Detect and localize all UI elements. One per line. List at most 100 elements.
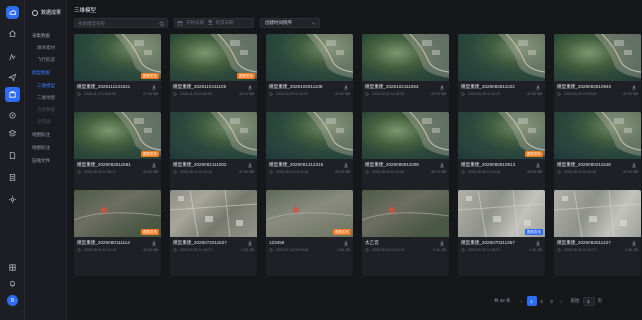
app-logo-icon[interactable] [6,6,19,19]
card-size: 27.56 MB [143,92,158,96]
model-card[interactable]: 模型重建_2025092610940 2025-09-26 10:09:40 32.… [554,34,641,120]
model-card[interactable]: 图斑发布 模型重建_2025080111114 2025-08-01 11:11:1… [74,190,161,276]
notification-icon[interactable] [7,278,18,289]
card-badge: 图斑发布 [141,73,159,79]
sidebar-item-map-annotation[interactable]: 地图标注 [32,132,50,138]
card-thumbnail[interactable]: 图斑发布 [266,190,353,237]
pagination-prev-button[interactable]: ‹ [517,296,527,306]
date-range-picker[interactable]: 开始日期 至 结束日期 [174,18,254,28]
document-icon[interactable] [7,172,18,183]
pagination-next-button[interactable]: › [557,296,567,306]
model-card[interactable]: 图斑发布 模型重建_2025080610913 2025-08-06 10:13:4… [458,112,545,198]
card-time: 2025-07-20 11:16:27 [180,248,213,252]
sidebar-item-point-cloud[interactable]: 点云数据 [37,107,55,113]
model-card[interactable]: 模型重建_2025081312316 2025-08-13 12:31:40 28.… [266,112,353,198]
search-input[interactable] [75,19,157,27]
download-icon[interactable] [151,84,157,90]
sidebar-item-flight-track[interactable]: 飞行航迹 [37,57,55,63]
download-icon[interactable] [631,240,637,246]
download-icon[interactable] [343,84,349,90]
pagination-goto-input[interactable]: 1 [582,296,595,306]
model-card[interactable]: 模型重建_2025102111053 2025-10-21 11:05:33 32.… [362,34,449,120]
card-thumbnail[interactable] [266,112,353,159]
model-card[interactable]: 太乙宫 2025-06-03 15:20:07 3.41 GB [362,190,449,276]
model-card[interactable]: 模型重建_2025072011627 2025-07-20 11:16:27 1.2… [170,190,257,276]
card-thumbnail[interactable]: 图斑发布 [170,34,257,81]
card-time: 2025-06-03 15:20:07 [372,248,405,252]
date-end[interactable]: 结束日期 [216,20,234,26]
download-icon[interactable] [343,240,349,246]
pagination-page-3[interactable]: 3 [547,296,557,306]
download-icon[interactable] [247,240,253,246]
card-thumbnail[interactable] [362,112,449,159]
model-card[interactable]: 模型重建_2025102911108 2025-10-29 11:10:51 32.… [266,34,353,120]
card-thumbnail[interactable] [362,190,449,237]
card-thumbnail[interactable] [170,190,257,237]
download-icon[interactable] [343,162,349,168]
card-title: 模型重建_2025072011627 [173,240,227,245]
card-thumbnail[interactable] [554,112,641,159]
card-thumbnail[interactable]: 图斑发布 [74,112,161,159]
clock-icon [365,248,369,252]
card-thumbnail[interactable] [458,34,545,81]
user-avatar[interactable]: B [7,295,18,306]
card-thumbnail[interactable]: 图斑发布 [458,190,545,237]
card-thumbnail[interactable] [266,34,353,81]
data-results-icon[interactable] [5,87,20,102]
download-icon[interactable] [535,240,541,246]
download-icon[interactable] [439,240,445,246]
card-size: 46.13 MB [239,92,254,96]
model-card[interactable]: 图斑发布 模型重建_2025110411105 2025-11-04 11:05:0… [170,34,257,120]
model-card[interactable]: 模型重建_2025080911009 2025-08-09 11:00:09 38.… [362,112,449,198]
download-icon[interactable] [535,84,541,90]
date-start[interactable]: 开始日期 [186,20,204,26]
card-thumbnail[interactable]: 图斑发布 [74,34,161,81]
sidebar-item-panorama[interactable]: 全景图 [37,119,51,125]
card-meta: 2025-09-28 11:02:23 [461,92,500,96]
model-card[interactable]: 模型重建_2025092811022 2025-09-28 11:02:23 31.… [458,34,545,120]
model-card[interactable]: 图斑发布 模型重建_2025070311357 2025-07-03 11:35:0… [458,190,545,276]
download-icon[interactable] [247,84,253,90]
download-icon[interactable] [151,162,157,168]
sidebar-item-media[interactable]: 媒体素材 [37,45,55,51]
card-thumbnail[interactable] [170,112,257,159]
download-icon[interactable] [151,240,157,246]
sidebar-item-3d-model[interactable]: 三维模型 [37,83,55,89]
settings-icon[interactable] [7,194,18,205]
download-icon[interactable] [247,162,253,168]
model-card[interactable]: 图斑发布 123456 2025-07-15 09:15:04 1.65 GB [266,190,353,276]
model-card[interactable]: 模型重建_2025080211548 2025-08-02 11:54:49 30.… [554,112,641,198]
pagination-page-2[interactable]: 2 [537,296,547,306]
download-icon[interactable] [439,162,445,168]
model-card[interactable]: 模型重建_2025063011427 2025-06-30 11:42:27 2.9… [554,190,641,276]
sort-select[interactable]: 创建时间倒序 [260,18,320,28]
file-icon[interactable] [7,150,18,161]
download-icon[interactable] [535,162,541,168]
download-icon[interactable] [631,84,637,90]
download-icon[interactable] [631,162,637,168]
card-thumbnail[interactable]: 图斑发布 [458,112,545,159]
grid-icon[interactable] [7,262,18,273]
clock-icon [173,170,177,174]
sidebar-item-2d-map[interactable]: 二维地图 [37,95,55,101]
sidebar-item-collected-data[interactable]: 采集数据 [32,33,50,39]
download-icon[interactable] [439,84,445,90]
card-thumbnail[interactable]: 图斑发布 [74,190,161,237]
cloud-icon[interactable] [7,110,18,121]
model-card[interactable]: 图斑发布 模型重建_2025111131631 2025-11-13 16:32:5… [74,34,161,120]
card-thumbnail[interactable] [362,34,449,81]
sidebar-item-model-data[interactable]: 模型数据 [32,70,50,76]
sidebar-header-title: 数据成果 [41,10,62,16]
layers-icon[interactable] [7,128,18,139]
model-card[interactable]: 模型重建_2025082111002 2025-08-21 11:00:23 37.… [170,112,257,198]
search-icon[interactable] [159,21,165,27]
route-icon[interactable] [7,52,18,63]
home-icon[interactable] [7,28,18,39]
pagination-page-1[interactable]: 1 [526,296,537,306]
card-thumbnail[interactable] [554,190,641,237]
sidebar-item-map-annotation-2[interactable]: 地图标注 [32,145,50,151]
sidebar-item-archive[interactable]: 压缩文件 [32,158,50,164]
card-thumbnail[interactable] [554,34,641,81]
send-icon[interactable] [7,72,18,83]
model-card[interactable]: 图斑发布 模型重建_2025082611551 2025-08-26 11:55:2… [74,112,161,198]
